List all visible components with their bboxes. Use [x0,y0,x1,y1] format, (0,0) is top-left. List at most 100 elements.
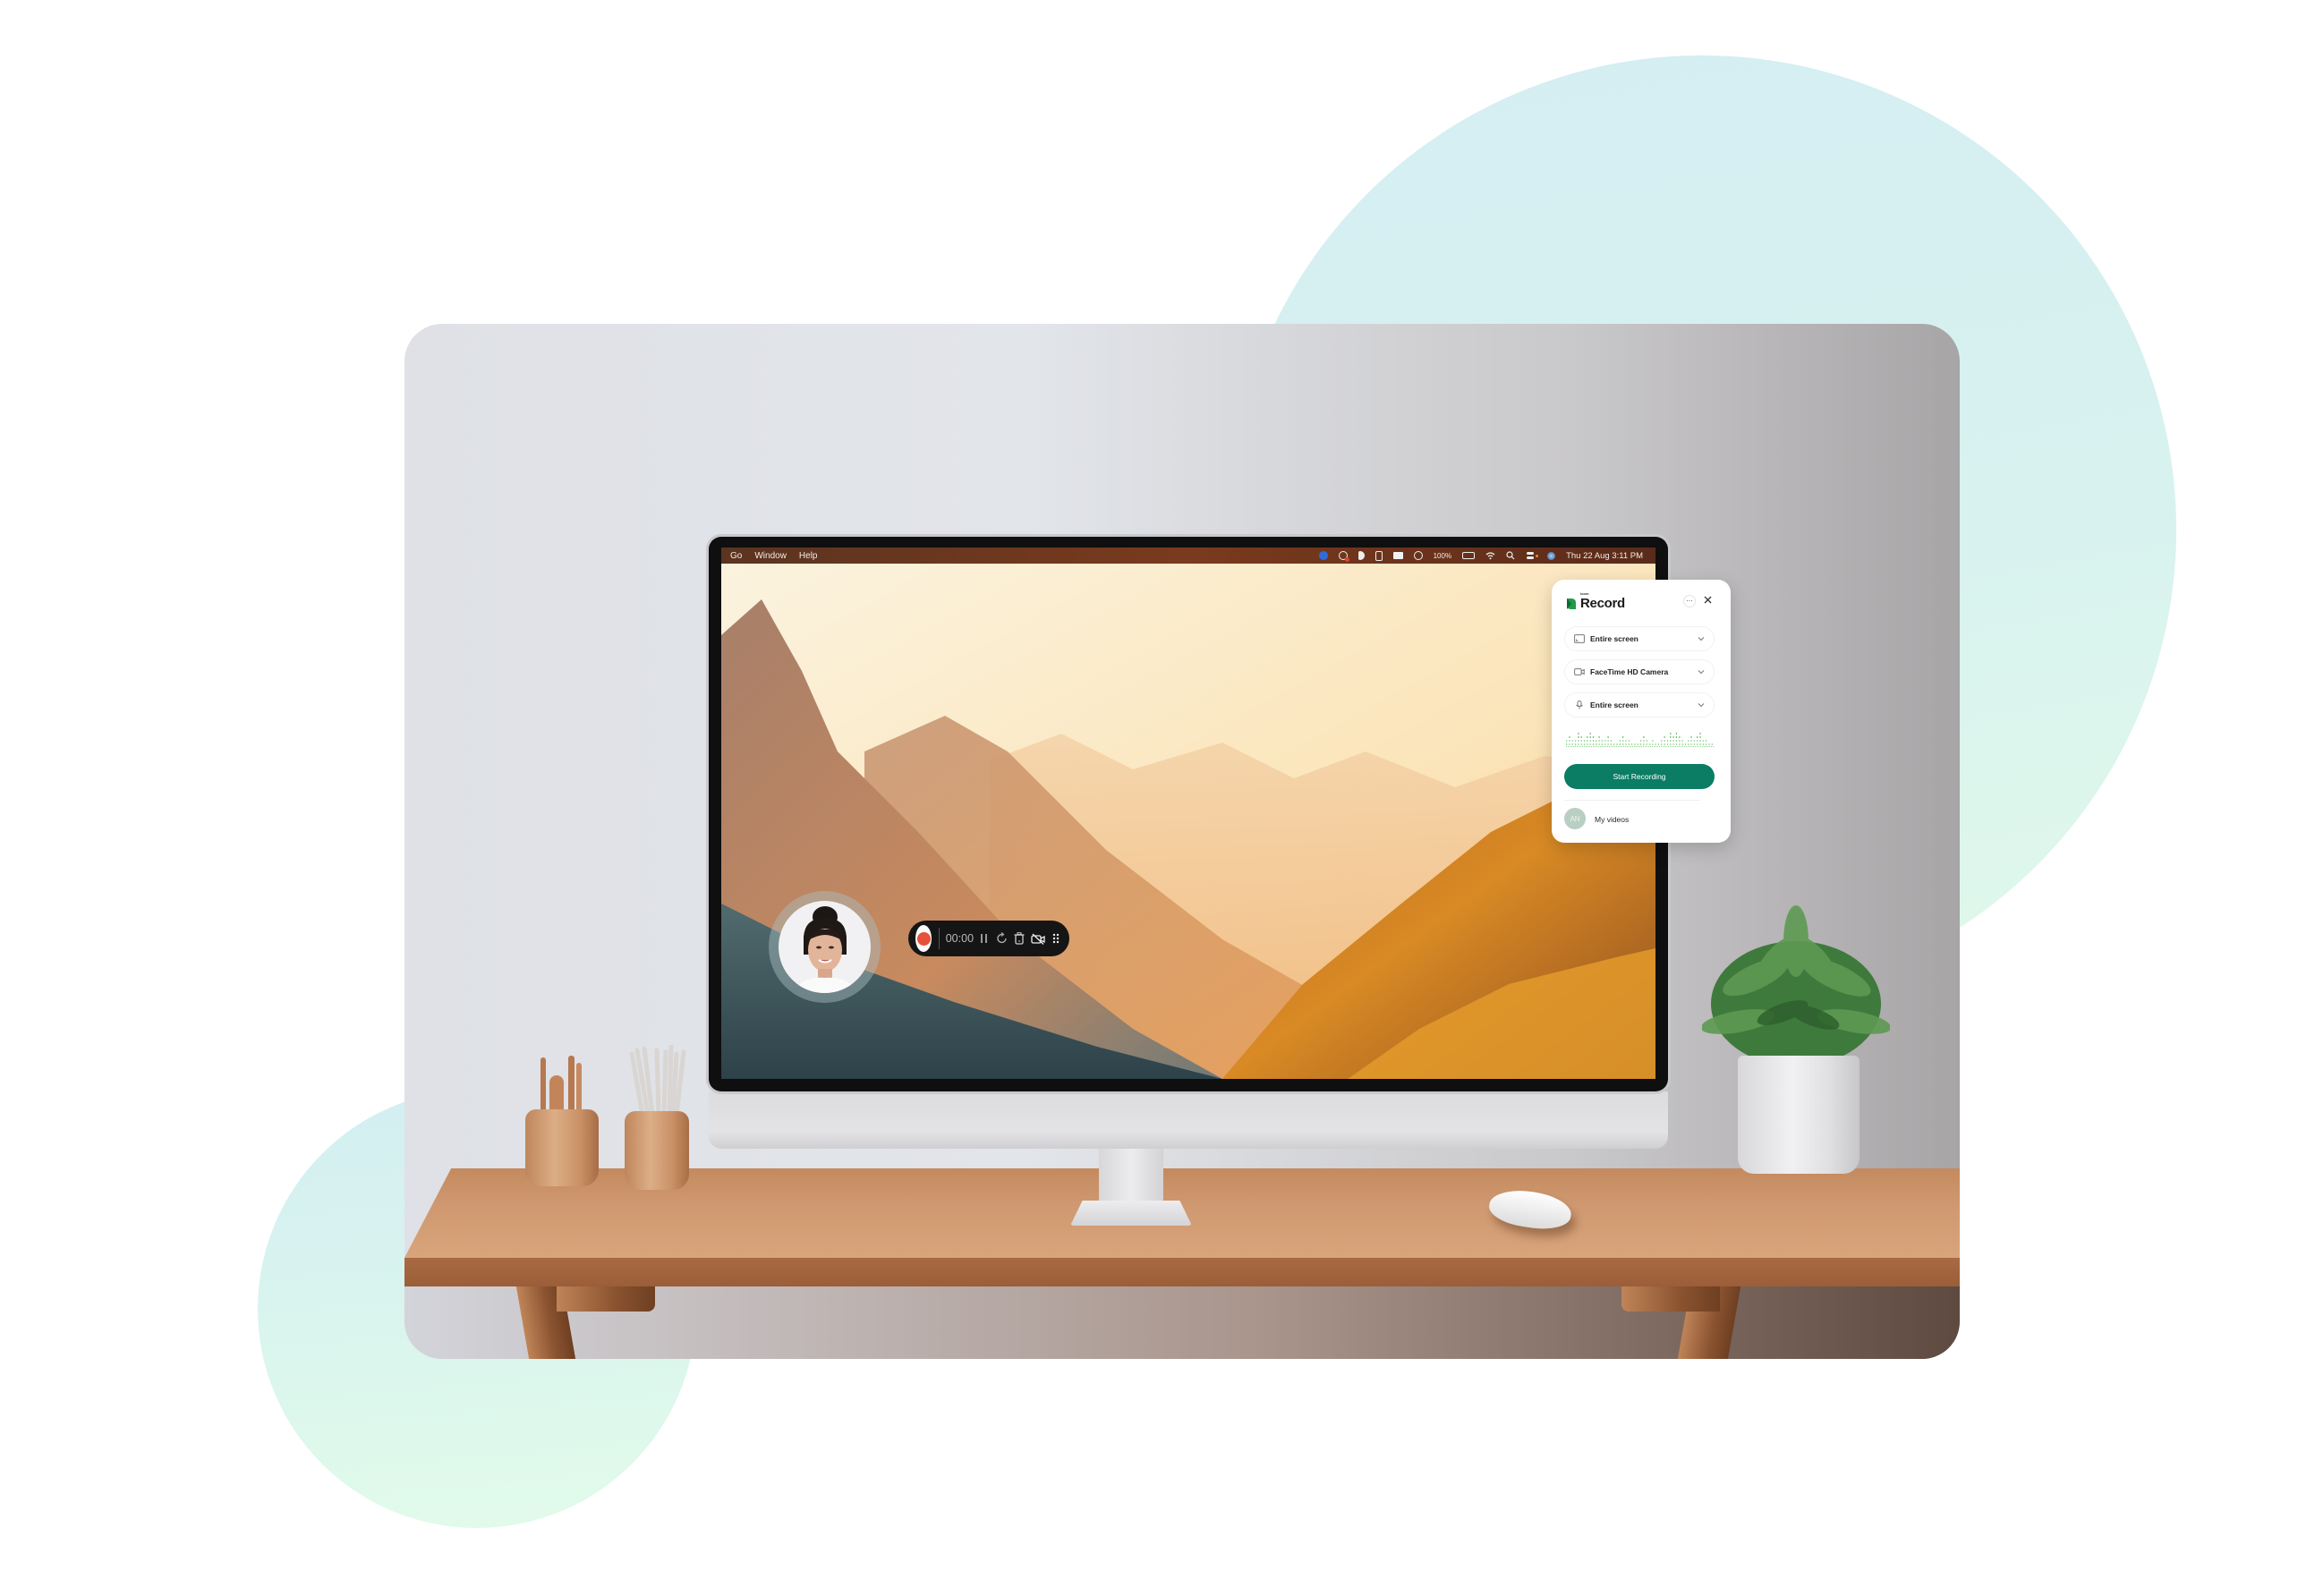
meter-bar-segment [1693,743,1695,745]
monitor-screen: Go Window Help 100% Thu 22 Aug 3:11 PM 0… [721,548,1655,1079]
meter-bar-segment [1566,740,1568,742]
menu-go[interactable]: Go [730,551,742,561]
trash-icon [1014,932,1025,945]
siri-icon[interactable] [1547,551,1556,560]
zoom-icon[interactable] [1318,551,1328,560]
control-center-icon[interactable] [1527,551,1539,560]
meter-bar-segment [1575,743,1577,745]
play-icon[interactable] [1413,551,1423,560]
menu-window[interactable]: Window [754,551,787,561]
battery-percent: 100% [1433,551,1452,560]
meter-bar-segment [1699,736,1701,738]
screen-source-select[interactable]: Entire screen [1564,626,1715,651]
meter-baseline-dot [1600,746,1601,747]
meter-bar-segment [1607,736,1609,738]
meter-bar-segment [1681,740,1683,742]
meter-baseline-dot [1704,746,1705,747]
meter-baseline-dot [1625,746,1626,747]
menubar-clock[interactable]: Thu 22 Aug 3:11 PM [1566,551,1643,561]
meter-bar-segment [1664,736,1665,738]
meter-baseline-dot [1707,746,1708,747]
meter-bar-segment [1666,743,1669,745]
meter-bar-segment [1625,740,1627,742]
meter-bar-segment [1634,743,1636,745]
meter-baseline-dot [1691,746,1692,747]
plant-leaves [1700,905,1892,1075]
monitor: Go Window Help 100% Thu 22 Aug 3:11 PM 0… [709,537,1668,1091]
menu-help[interactable]: Help [799,551,818,561]
meter-baseline-dot [1652,746,1653,747]
my-videos-link[interactable]: My videos [1595,815,1629,824]
meter-bar-segment [1610,740,1612,742]
meter-bar-segment [1578,740,1579,742]
meter-bar-segment [1699,743,1701,745]
figma-icon[interactable] [1375,550,1383,561]
meter-bar-segment [1622,743,1624,745]
meter-baseline-dot [1643,746,1644,747]
meter-baseline-dot [1636,746,1637,747]
desk-leg-left-brace [557,1286,655,1312]
camera-off-button[interactable] [1030,928,1045,949]
record-button[interactable] [915,925,932,952]
meter-baseline-dot [1605,746,1606,747]
meter-bar-segment [1571,740,1573,742]
loom-icon[interactable] [1358,551,1365,560]
restart-button[interactable] [996,928,1009,949]
paper-straws [628,1042,687,1117]
meter-bar-segment [1589,733,1591,734]
recording-control-bar: 00:00 [908,921,1069,956]
creative-cloud-icon[interactable] [1338,551,1349,562]
meter-bar-segment [1664,740,1665,742]
meter-bar-segment [1693,740,1695,742]
meter-baseline-dot [1632,746,1633,747]
meter-baseline-dot [1661,746,1662,747]
pause-button[interactable] [978,928,992,949]
meter-bar-segment [1675,733,1677,734]
meter-bar-segment [1675,736,1677,738]
camera-source-select[interactable]: FaceTime HD Camera [1564,659,1715,684]
meter-bar-segment [1670,743,1672,745]
start-recording-button[interactable]: Start Recording [1564,764,1715,789]
pencil-cup-left [525,1109,599,1186]
airplay-icon[interactable] [1392,552,1403,559]
meter-bar-segment [1601,740,1603,742]
wifi-icon[interactable] [1485,551,1495,560]
meter-baseline-dot [1666,746,1667,747]
meter-bar-segment [1598,736,1600,738]
battery-icon[interactable] [1462,552,1476,559]
more-options-button[interactable]: ··· [1683,595,1696,607]
meter-baseline-dot [1664,746,1665,747]
meter-baseline-dot [1616,746,1617,747]
meter-baseline-dot [1595,746,1596,747]
meter-baseline-dot [1573,746,1574,747]
meter-baseline-dot [1582,746,1583,747]
user-avatar[interactable]: AN [1564,808,1586,829]
meter-bar-segment [1569,736,1570,738]
meter-bar-segment [1571,743,1573,745]
audio-level-meter [1566,733,1714,747]
meter-bar-segment [1697,740,1698,742]
meter-bar-segment [1661,740,1663,742]
meter-bar-segment [1643,743,1645,745]
meter-bar-segment [1580,736,1582,738]
meter-bar-segment [1607,740,1609,742]
search-icon[interactable] [1506,551,1516,560]
drag-handle[interactable] [1050,928,1063,949]
delete-button[interactable] [1013,928,1026,949]
macos-menu-bar: Go Window Help 100% Thu 22 Aug 3:11 PM [721,548,1655,564]
meter-baseline-dot [1623,746,1624,747]
pencil [576,1063,582,1113]
meter-baseline-dot [1571,746,1572,747]
meter-bar-segment [1578,733,1579,734]
desktop-wallpaper [721,564,1655,1079]
meter-bar-segment [1679,736,1681,738]
close-button[interactable] [1704,594,1712,607]
microphone-source-select[interactable]: Entire screen [1564,692,1715,717]
meter-bar-segment [1619,743,1621,745]
meter-bar-segment [1578,743,1579,745]
camera-bubble[interactable] [779,901,871,993]
chevron-down-icon [1698,670,1705,675]
meter-bar-segment [1569,743,1570,745]
meter-baseline-dot [1614,746,1615,747]
desk-scene-photo: Go Window Help 100% Thu 22 Aug 3:11 PM 0… [404,324,1960,1359]
